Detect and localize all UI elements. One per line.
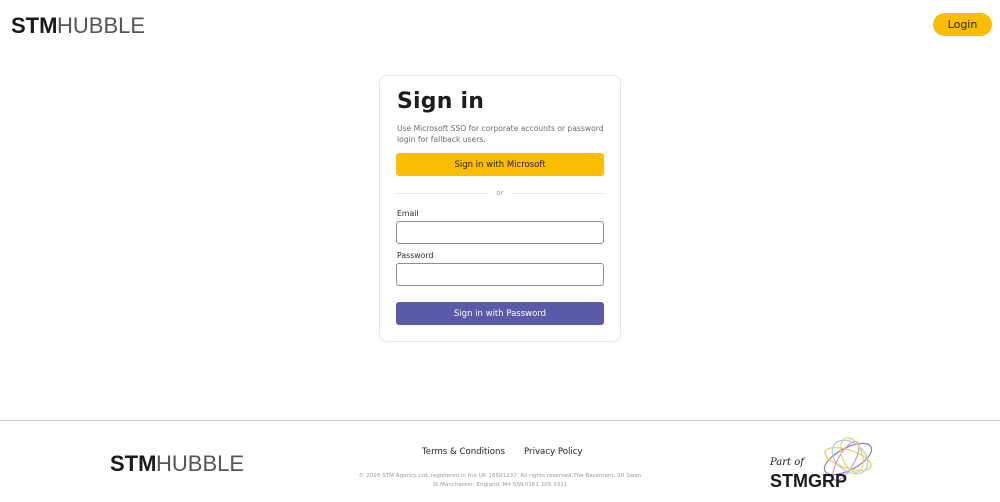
site-footer: STM HUBBLE Terms & Conditions Privacy Po… [0,420,1000,502]
stm-group-logo[interactable]: Part of STMGRP [768,435,880,491]
logo-light-text: HUBBLE [57,13,145,37]
part-of-text: Part of [769,457,806,468]
divider-line-right [511,193,604,194]
logo-bold-text: STM [11,13,57,37]
password-field[interactable] [396,263,604,286]
group-name-text: STMGRP [770,471,847,491]
site-header: STM HUBBLE Login [0,0,1000,52]
microsoft-signin-button[interactable]: Sign in with Microsoft [396,153,604,176]
login-button[interactable]: Login [933,13,992,36]
signin-description: Use Microsoft SSO for corporate accounts… [397,124,604,144]
terms-link[interactable]: Terms & Conditions [422,447,505,457]
footer-logo-light-text: HUBBLE [156,451,244,475]
signin-card: Sign in Use Microsoft SSO for corporate … [379,75,621,342]
page-title: Sign in [397,89,485,114]
password-label: Password [397,251,434,260]
copyright-line-1: © 2026 STM Agency Ltd, registered in the… [358,473,642,479]
privacy-link[interactable]: Privacy Policy [524,447,583,457]
footer-logo-bold-text: STM [110,451,156,475]
stm-hubble-logo[interactable]: STM HUBBLE [11,13,147,37]
footer-stm-hubble-logo[interactable]: STM HUBBLE [110,451,246,475]
or-divider: or [396,187,604,199]
email-label: Email [397,209,419,218]
copyright-line-2: St,Manchester, England. M4 5JW.0161 205 … [432,482,568,488]
email-field[interactable] [396,221,604,244]
password-signin-button[interactable]: Sign in with Password [396,302,604,325]
copyright-text: © 2026 STM Agency Ltd, registered in the… [340,472,660,490]
